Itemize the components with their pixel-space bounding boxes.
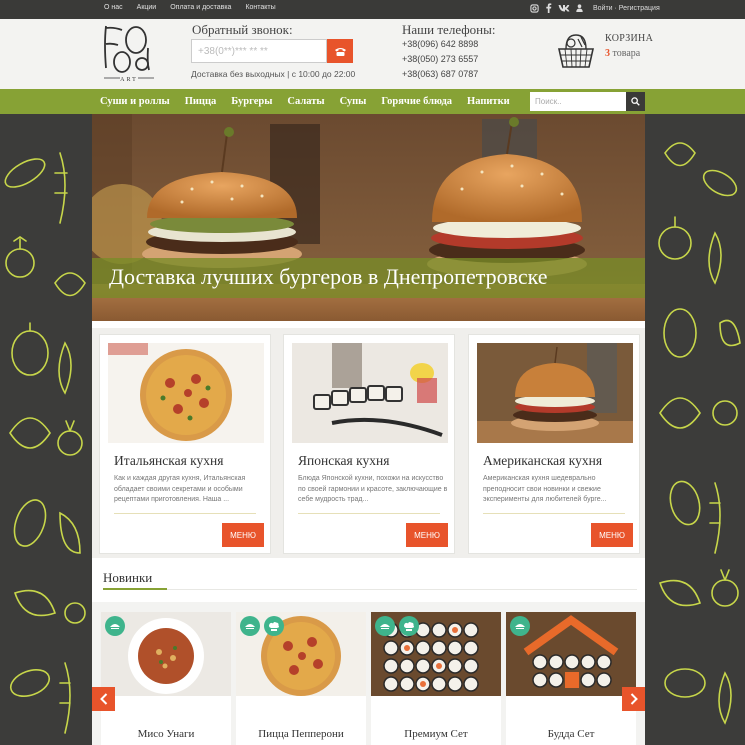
card-description: Американская кухня шедеврально преподнос… (483, 475, 607, 503)
top-link-promotions[interactable]: Акции (137, 4, 157, 11)
italian-pizza-image (108, 343, 264, 443)
chef-hat-badge-icon (264, 616, 284, 636)
search-icon (631, 97, 640, 106)
new-items-underline (103, 588, 167, 590)
login-register-link[interactable]: Войти · Регистрация (593, 5, 660, 12)
new-products-carousel: Мисо Унаги Пицца Пепперони Премиум Сет Б… (92, 602, 645, 745)
chevron-right-icon (630, 693, 638, 705)
cart-title[interactable]: КОРЗИНА (605, 33, 653, 44)
new-items-divider (167, 589, 637, 590)
phone-number-3[interactable]: +38(063) 687 0787 (402, 69, 478, 79)
nav-item-salads[interactable]: Салаты (287, 96, 324, 107)
nav-item-drinks[interactable]: Напитки (467, 96, 510, 107)
top-links: О нас Акции Оплата и доставка Контакты (104, 4, 276, 11)
top-link-contacts[interactable]: Контакты (245, 4, 275, 11)
phone-icon (334, 47, 346, 56)
product-name[interactable]: Мисо Унаги (101, 728, 231, 740)
carousel-next-button[interactable] (622, 687, 645, 711)
card-title: Американская кухня (483, 453, 603, 468)
carousel-prev-button[interactable] (92, 687, 115, 711)
card-title: Японская кухня (298, 453, 390, 468)
cart-count-label: товара (612, 48, 641, 59)
product-card-premium-set[interactable]: Премиум Сет (371, 612, 501, 745)
new-items-title: Новинки (103, 570, 153, 585)
background-doodle-left (0, 113, 92, 745)
cuisine-card-italian[interactable]: Итальянская кухня Как и каждая другая ку… (99, 334, 271, 554)
phone-number-1[interactable]: +38(096) 642 8898 (402, 39, 478, 49)
card-description: Блюда Японской кухни, похожи на искусств… (298, 475, 448, 503)
cart-count-number: 3 (605, 48, 610, 59)
instagram-icon[interactable] (530, 3, 539, 13)
japanese-sushi-image (292, 343, 448, 443)
vegetarian-badge-icon (510, 616, 530, 636)
search-button[interactable] (626, 92, 645, 111)
phone-number-2[interactable]: +38(050) 273 6557 (402, 54, 478, 64)
svg-text:ART: ART (120, 77, 138, 83)
callback-title: Обратный звонок: (192, 22, 293, 37)
callback-submit-button[interactable] (327, 39, 353, 63)
product-card-miso-unagi[interactable]: Мисо Унаги (101, 612, 231, 745)
callback-phone-placeholder: +38(0**)*** ** ** (198, 45, 268, 57)
cuisine-cards: Итальянская кухня Как и каждая другая ку… (92, 328, 645, 558)
nav-item-soups[interactable]: Супы (340, 96, 367, 107)
search-placeholder: Поиск.. (535, 97, 562, 106)
menu-button-american[interactable]: МЕНЮ (591, 523, 633, 547)
card-divider (483, 513, 625, 514)
card-divider (114, 513, 256, 514)
top-link-about[interactable]: О нас (104, 4, 123, 11)
vegetarian-badge-icon (105, 616, 125, 636)
callback-phone-input[interactable]: +38(0**)*** ** ** (191, 39, 327, 63)
main-content: Доставка лучших бургеров в Днепропетровс… (92, 114, 645, 745)
menu-button-japanese[interactable]: МЕНЮ (406, 523, 448, 547)
user-icon (576, 4, 583, 12)
hero-title: Доставка лучших бургеров в Днепропетровс… (109, 264, 548, 289)
phones-title: Наши телефоны: (402, 22, 496, 37)
product-card-pepperoni-pizza[interactable]: Пицца Пепперони (236, 612, 366, 745)
top-link-payment-delivery[interactable]: Оплата и доставка (170, 4, 231, 11)
top-bar: О нас Акции Оплата и доставка Контакты В… (0, 0, 745, 19)
product-name[interactable]: Будда Сет (506, 728, 636, 740)
delivery-hours: Доставка без выходных | с 10:00 до 22:00 (191, 69, 356, 79)
vegetarian-badge-icon (375, 616, 395, 636)
product-card-buddha-set[interactable]: Будда Сет (506, 612, 636, 745)
hero-slider[interactable]: Доставка лучших бургеров в Днепропетровс… (92, 114, 645, 321)
social-links: Войти · Регистрация (530, 3, 660, 13)
product-name[interactable]: Премиум Сет (371, 728, 501, 740)
chevron-left-icon (99, 693, 107, 705)
product-name[interactable]: Пицца Пепперони (236, 728, 366, 740)
nav-item-sushi-rolls[interactable]: Суши и роллы (100, 96, 170, 107)
vegetarian-badge-icon (240, 616, 260, 636)
nav-item-pizza[interactable]: Пицца (185, 96, 217, 107)
main-nav: Суши и роллы Пицца Бургеры Салаты Супы Г… (0, 89, 745, 114)
american-burger-image (477, 343, 633, 443)
basket-icon[interactable] (556, 31, 596, 71)
logo[interactable]: ART (100, 24, 158, 84)
chef-hat-badge-icon (399, 616, 419, 636)
vk-icon[interactable] (558, 4, 570, 12)
facebook-icon[interactable] (545, 3, 552, 13)
cuisine-card-american[interactable]: Американская кухня Американская кухня ше… (468, 334, 640, 554)
card-title: Итальянская кухня (114, 453, 224, 468)
header: ART Обратный звонок: +38(0**)*** ** ** Д… (0, 19, 745, 89)
cart-count[interactable]: 3 товара (605, 48, 640, 59)
background-doodle-right (645, 113, 745, 745)
card-divider (298, 513, 440, 514)
cuisine-card-japanese[interactable]: Японская кухня Блюда Японской кухни, пох… (283, 334, 455, 554)
nav-item-hot-dishes[interactable]: Горячие блюда (381, 96, 452, 107)
nav-item-burgers[interactable]: Бургеры (231, 96, 272, 107)
menu-button-italian[interactable]: МЕНЮ (222, 523, 264, 547)
card-description: Как и каждая другая кухня, Итальянская о… (114, 475, 246, 503)
search-input[interactable]: Поиск.. (530, 92, 626, 111)
